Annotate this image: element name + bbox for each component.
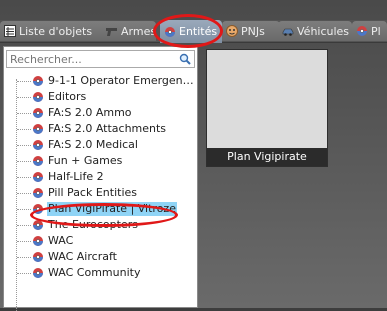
tree-item[interactable]: 9-1-1 Operator Emergency | ... [8, 73, 199, 89]
tree-item[interactable]: FA:S 2.0 Ammo [8, 105, 133, 121]
tree-item[interactable]: Editors [8, 89, 87, 105]
pistol-icon [106, 25, 118, 37]
tree-item-label: Pill Pack Entities [48, 186, 138, 199]
tab-label: Armes [121, 24, 156, 38]
entity-ball-icon [32, 171, 44, 183]
tree-item-label: Fun + Games [48, 154, 123, 167]
tree-item-label: Half-Life 2 [48, 170, 104, 183]
tab-label: PNJs [241, 24, 265, 38]
tree-item[interactable]: Pill Pack Entities [8, 185, 138, 201]
tab-armes[interactable]: Armes [102, 21, 156, 41]
entity-ball-icon [32, 75, 44, 87]
entity-ball-icon [32, 251, 44, 263]
tree-item[interactable]: Fun + Games [8, 153, 123, 169]
tree-item-label: FA:S 2.0 Ammo [48, 106, 132, 119]
tree-item-label: Editors [48, 90, 87, 103]
entity-ball-icon [32, 139, 44, 151]
tab-vehicules[interactable]: Véhicules [278, 21, 352, 41]
tree-item-label: FA:S 2.0 Medical [48, 138, 138, 151]
entity-ball-icon [32, 91, 44, 103]
tab-liste-objets[interactable]: Liste d'objets [0, 21, 116, 41]
tab-label: Véhicules [297, 24, 350, 38]
npc-face-icon [226, 25, 238, 37]
search-input[interactable] [7, 51, 178, 67]
search-box [6, 50, 195, 68]
annotation-circle-item [30, 203, 178, 227]
tree-item[interactable]: WAC Aircraft [8, 249, 118, 265]
search-icon[interactable] [179, 53, 191, 68]
tree-item-label: FA:S 2.0 Attachments [48, 122, 167, 135]
entity-preview-tile[interactable]: Plan Vigipirate [206, 49, 328, 167]
preview-caption: Plan Vigipirate [207, 148, 327, 166]
tree-item[interactable]: WAC [8, 233, 74, 249]
tree-item-label: WAC [48, 234, 74, 247]
entity-list-panel: 9-1-1 Operator Emergency | ... Editors F… [3, 46, 199, 311]
tree-item[interactable]: FA:S 2.0 Medical [8, 137, 139, 153]
entity-ball-icon [32, 267, 44, 279]
tree-item-label: 9-1-1 Operator Emergency | ... [48, 74, 199, 87]
tree-item[interactable]: FA:S 2.0 Attachments [8, 121, 167, 137]
tab-pnjs[interactable]: PNJs [222, 21, 280, 41]
tab-pl[interactable]: Pl [352, 21, 387, 41]
entity-ball-icon [32, 235, 44, 247]
entity-ball-icon [32, 155, 44, 167]
tab-label: Pl [371, 24, 381, 38]
tab-label: Liste d'objets [19, 24, 93, 38]
tree-item[interactable]: Half-Life 2 [8, 169, 105, 185]
car-icon [282, 25, 294, 37]
list-icon [4, 25, 16, 37]
tree-item-label: WAC Community [48, 266, 141, 279]
entity-ball-icon [32, 107, 44, 119]
entity-ball-icon [356, 25, 368, 37]
tree-item[interactable]: WAC Community [8, 265, 141, 281]
annotation-circle-tab [153, 14, 223, 48]
entity-ball-icon [32, 187, 44, 199]
tree-item-label: WAC Aircraft [48, 250, 117, 263]
entity-ball-icon [32, 123, 44, 135]
